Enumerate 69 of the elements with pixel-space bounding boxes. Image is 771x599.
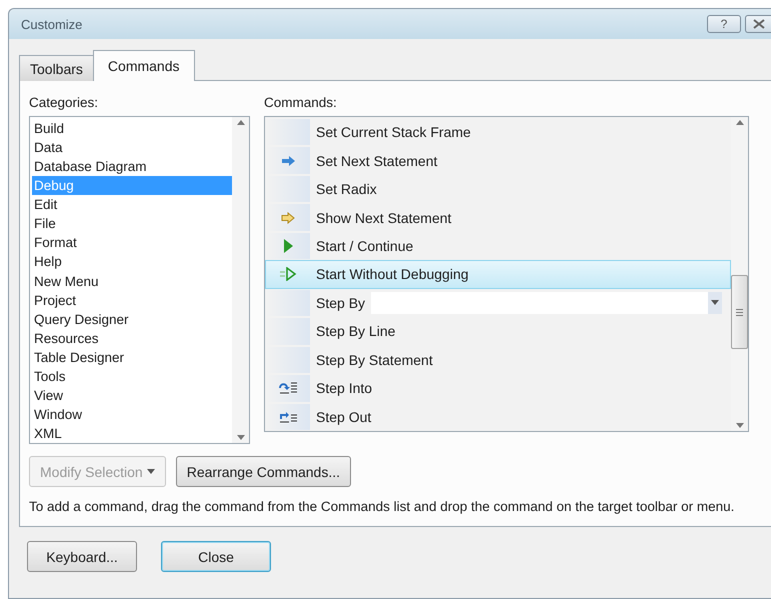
category-item[interactable]: Edit (32, 195, 232, 214)
category-item[interactable]: Tools (32, 366, 232, 386)
caret-icon (711, 300, 719, 306)
command-label: Step By Line (316, 323, 396, 340)
category-item[interactable]: Table Designer (32, 348, 232, 367)
scroll-thumb[interactable] (731, 275, 748, 349)
scroll-up-arrow-icon[interactable] (736, 120, 744, 125)
command-item[interactable]: Step By (265, 288, 731, 318)
command-label: Step Out (316, 408, 372, 425)
commands-list[interactable]: Set Current Stack Frame Set Next Statement Set Radix Show Next Statement Start / Continue Start Without Debugging Step By Step By Line Step By Statement Step Into Step Out (264, 116, 749, 432)
close-button[interactable]: Close (161, 541, 271, 572)
close-button[interactable] (745, 15, 771, 33)
play-icon (284, 239, 292, 254)
instruction-text: To add a command, drag the command from the Commands list and drop the command on the target toolbar or menu. (29, 498, 736, 516)
commands-label: Commands: (264, 95, 338, 110)
tab[interactable]: Toolbars (19, 55, 94, 81)
help-button[interactable]: ? (707, 15, 741, 33)
command-item[interactable]: Start / Continue (265, 232, 731, 260)
scroll-up-arrow-icon[interactable] (236, 120, 244, 125)
command-item[interactable]: Set Radix (265, 174, 731, 204)
category-item[interactable]: XML (32, 424, 232, 444)
play-outline-icon (279, 267, 297, 282)
category-item[interactable]: Help (32, 252, 232, 272)
category-item[interactable]: Project (32, 290, 232, 310)
category-item[interactable]: Window (32, 404, 232, 424)
category-item[interactable]: Database Diagram (32, 157, 232, 176)
categories-label: Categories: (29, 95, 100, 110)
category-item[interactable]: File (32, 214, 232, 234)
command-item[interactable]: Start Without Debugging (265, 260, 731, 289)
rearrange-commands-button[interactable]: Rearrange Commands... (176, 456, 352, 487)
command-label: Start Without Debugging (316, 266, 470, 282)
window-title: Customize (21, 16, 84, 32)
step-out-icon (278, 410, 298, 424)
category-item[interactable]: Build (32, 119, 232, 138)
category-item[interactable]: Query Designer (32, 310, 232, 329)
category-item[interactable]: View (32, 386, 232, 405)
command-item[interactable]: Step By Line (265, 317, 731, 346)
category-item[interactable]: Format (32, 233, 232, 252)
command-label: Show Next Statement (316, 210, 452, 226)
command-label: Set Next Statement (316, 152, 438, 169)
command-label: Set Radix (316, 181, 378, 198)
command-item[interactable]: Set Next Statement (265, 146, 731, 175)
arrow-icon (282, 156, 294, 166)
command-item[interactable]: Step Into (265, 374, 731, 403)
command-label: Start / Continue (316, 238, 414, 254)
category-item[interactable]: Resources (32, 328, 232, 348)
command-item[interactable]: Set Current Stack Frame (265, 118, 731, 146)
categories-list[interactable]: Build Data Database Diagram Debug Edit File Format Help New Menu Project Query Designer Resources Table Designer Tools View Window XML (29, 116, 250, 444)
command-item[interactable]: Step By Statement (265, 346, 731, 374)
category-item[interactable]: New Menu (32, 272, 232, 291)
keyboard-button[interactable]: Keyboard... (27, 541, 137, 572)
step-into-icon (278, 381, 298, 396)
command-item[interactable]: Step Out (265, 402, 731, 431)
command-label: Step By Statement (316, 352, 434, 368)
grip-icon (736, 308, 743, 316)
arrow-icon (281, 212, 295, 224)
command-label: Set Current Stack Frame (316, 124, 472, 140)
scroll-down-arrow-icon[interactable] (736, 423, 744, 428)
caret-icon (146, 469, 155, 474)
scrollbar[interactable] (731, 117, 748, 431)
command-label: Step Into (316, 380, 374, 396)
tab[interactable]: Commands (92, 50, 195, 81)
command-label: Step By (316, 294, 366, 311)
scrollbar[interactable] (232, 117, 249, 443)
close-icon (752, 19, 764, 29)
scroll-down-arrow-icon[interactable] (236, 435, 244, 440)
category-item[interactable]: Data (32, 138, 232, 158)
dropdown-field[interactable] (371, 292, 722, 314)
command-item[interactable]: Show Next Statement (265, 203, 731, 232)
